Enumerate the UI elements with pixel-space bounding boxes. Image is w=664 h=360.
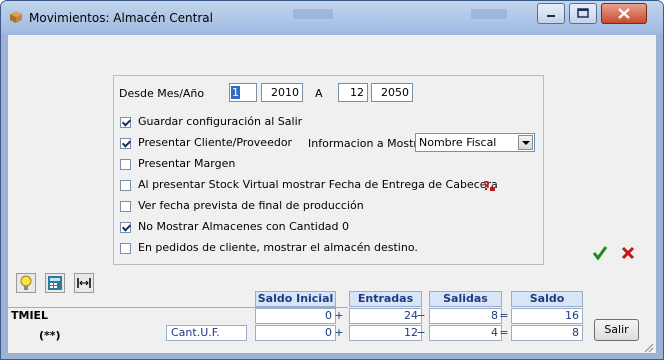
cant-uf-label: Cant.U.F. — [166, 325, 247, 341]
resize-grip-icon[interactable] — [642, 341, 654, 353]
saldo-inicial-cell: 0 — [255, 308, 336, 324]
info-mostrar-value: Nombre Fiscal — [419, 136, 497, 149]
option-checkbox[interactable] — [120, 201, 131, 212]
option-label: Guardar configuración al Salir — [138, 115, 303, 128]
option-checkbox[interactable] — [120, 138, 131, 149]
option-checkbox[interactable] — [120, 117, 131, 128]
equals-sign: = — [499, 309, 509, 322]
from-month-field[interactable]: 1 — [229, 83, 257, 102]
options-panel — [113, 75, 544, 265]
from-year-field[interactable]: 2010 — [261, 83, 303, 102]
calculator-button[interactable] — [45, 273, 65, 293]
client-area: Desde Mes/Año 1 2010 A 12 2050 Guardar c… — [8, 35, 656, 353]
option-label: No Mostrar Almacenes con Cantidad 0 — [138, 220, 350, 233]
option-label: En pedidos de cliente, mostrar el almacé… — [138, 241, 418, 254]
saldo-cell: 8 — [511, 325, 583, 341]
option-checkbox[interactable] — [120, 243, 131, 254]
option-checkbox[interactable] — [120, 222, 131, 233]
info-mostrar-select[interactable]: Nombre Fiscal — [415, 133, 535, 152]
svg-text:?: ? — [483, 179, 490, 192]
plus-sign: + — [334, 309, 344, 322]
close-icon — [618, 8, 630, 19]
option-checkbox[interactable] — [120, 180, 131, 191]
entradas-cell: 24 — [349, 308, 422, 324]
row1-label: TMIEL — [11, 309, 49, 322]
window-title: Movimientos: Almacén Central — [29, 11, 213, 25]
option-checkbox[interactable] — [120, 159, 131, 170]
saldo-cell: 16 — [511, 308, 583, 324]
to-year-field[interactable]: 2050 — [371, 83, 413, 102]
background-text — [293, 9, 333, 19]
option-label: Presentar Margen — [138, 157, 236, 170]
minus-sign: − — [416, 326, 426, 339]
option-label: Presentar Cliente/Proveedor — [138, 136, 293, 149]
lightbulb-icon — [20, 275, 32, 290]
plus-sign: + — [334, 326, 344, 339]
box-icon — [10, 11, 22, 23]
confirm-check-icon[interactable] — [592, 245, 608, 261]
row2-label: (**) — [39, 329, 61, 342]
movimientos-window: Movimientos: Almacén Central Desde Mes/A… — [0, 0, 664, 360]
header-saldo: Saldo — [511, 291, 583, 307]
salir-button[interactable]: Salir — [594, 319, 639, 341]
info-mostrar-label: Informacion a Mostrar — [308, 137, 430, 150]
title-bar[interactable]: Movimientos: Almacén Central — [1, 1, 663, 35]
column-width-button[interactable] — [74, 273, 94, 293]
a-label: A — [315, 87, 323, 100]
chevron-down-icon[interactable] — [518, 135, 533, 150]
equals-sign: = — [499, 326, 509, 339]
close-button[interactable] — [601, 3, 647, 24]
help-icon[interactable]: ? — [482, 179, 496, 192]
to-month-field[interactable]: 12 — [338, 83, 368, 102]
salidas-cell: 4 — [429, 325, 502, 341]
minimize-icon — [547, 15, 555, 17]
header-entradas: Entradas — [349, 291, 422, 307]
calculator-icon — [48, 276, 62, 290]
minimize-button[interactable] — [537, 3, 565, 24]
lightbulb-button[interactable] — [16, 273, 36, 293]
option-label: Al presentar Stock Virtual mostrar Fecha… — [138, 178, 498, 191]
minus-sign: − — [416, 309, 426, 322]
saldo-inicial-cell: 0 — [255, 325, 336, 341]
salidas-cell: 8 — [429, 308, 502, 324]
desde-label: Desde Mes/Año — [119, 87, 205, 100]
option-label: Ver fecha prevista de final de producció… — [138, 199, 364, 212]
entradas-cell: 12 — [349, 325, 422, 341]
header-saldo-inicial: Saldo Inicial — [255, 291, 336, 307]
background-text — [471, 9, 507, 19]
column-resize-icon — [77, 278, 91, 288]
cancel-x-icon[interactable] — [620, 245, 636, 261]
maximize-button[interactable] — [569, 3, 597, 24]
header-salidas: Salidas — [429, 291, 502, 307]
maximize-icon — [577, 8, 589, 18]
